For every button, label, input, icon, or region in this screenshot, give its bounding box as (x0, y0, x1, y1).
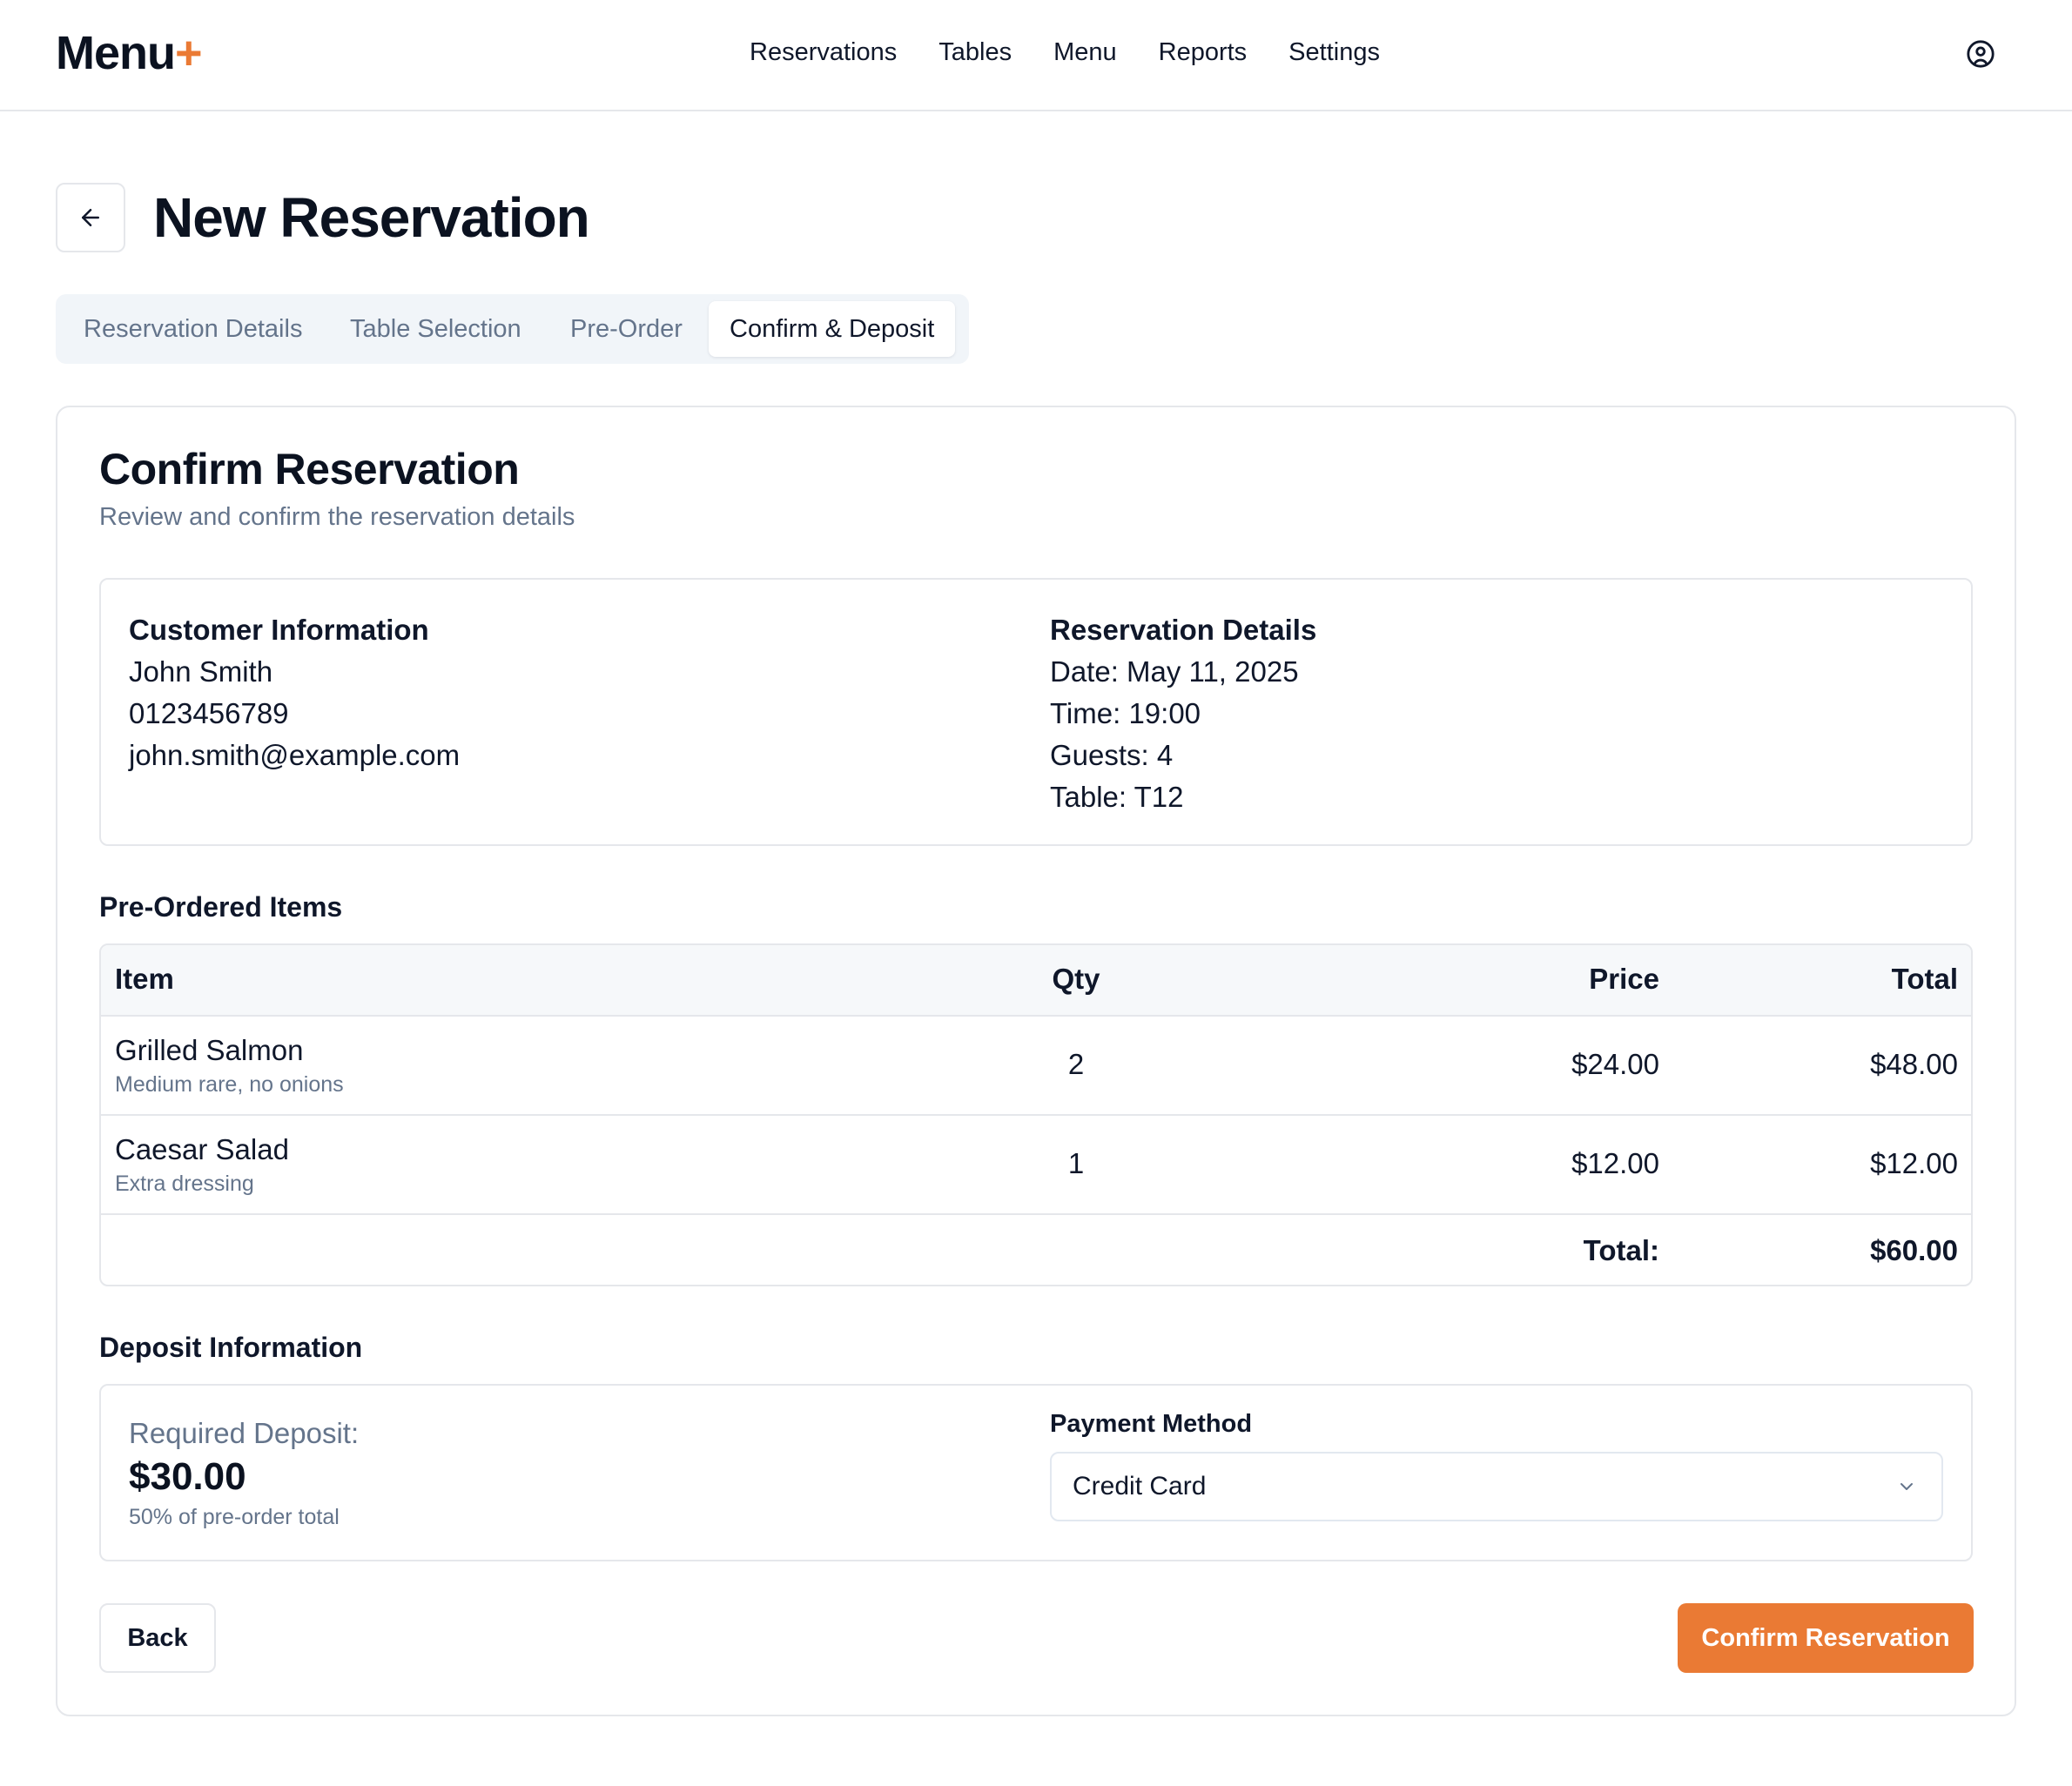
back-arrow-button[interactable] (56, 183, 125, 252)
customer-phone: 0123456789 (129, 697, 289, 729)
reservation-date: Date: May 11, 2025 (1050, 655, 1299, 688)
item-note: Medium rare, no onions (115, 1072, 344, 1097)
brand-logo[interactable]: Menu+ (56, 26, 203, 80)
tab-pre-order[interactable]: Pre-Order (570, 301, 683, 357)
item-note: Extra dressing (115, 1172, 254, 1196)
reservation-steps-tabs: Reservation Details Table Selection Pre-… (56, 294, 969, 364)
pre-ordered-items-heading: Pre-Ordered Items (99, 891, 343, 923)
tab-confirm-deposit[interactable]: Confirm & Deposit (709, 301, 956, 357)
customer-information-heading: Customer Information (129, 614, 429, 646)
reservation-time: Time: 19:00 (1050, 697, 1201, 729)
item-qty: 2 (1067, 1048, 1085, 1080)
tab-reservation-details[interactable]: Reservation Details (84, 301, 302, 357)
column-header-qty: Qty (1052, 963, 1100, 995)
page-title: New Reservation (153, 186, 590, 249)
main-nav: Reservations Tables Menu Reports Setting… (750, 38, 1380, 67)
brand-plus: + (175, 27, 203, 79)
user-account-button[interactable] (1966, 39, 1995, 69)
back-button[interactable]: Back (99, 1603, 216, 1673)
card-subtitle: Review and confirm the reservation detai… (99, 503, 575, 531)
confirm-reservation-button[interactable]: Confirm Reservation (1678, 1603, 1974, 1673)
order-total-label: Total: (1583, 1234, 1659, 1266)
item-total: $48.00 (1870, 1048, 1958, 1080)
item-name: Caesar Salad (115, 1133, 289, 1165)
reservation-details-heading: Reservation Details (1050, 614, 1317, 646)
chevron-down-icon (1900, 1483, 1913, 1490)
required-deposit-amount: $30.00 (129, 1455, 246, 1498)
item-price: $12.00 (1571, 1147, 1659, 1179)
reservation-table: Table: T12 (1050, 781, 1184, 813)
pre-ordered-items-table: Item Qty Price Total Grilled Salmon Medi… (99, 943, 1973, 1286)
item-qty: 1 (1067, 1147, 1085, 1179)
customer-information: Customer Information John Smith 01234567… (129, 609, 460, 776)
table-total-row: Total: $60.00 (101, 1215, 1971, 1285)
deposit-information-heading: Deposit Information (99, 1332, 363, 1363)
nav-item-menu[interactable]: Menu (1053, 38, 1117, 67)
table-row: Grilled Salmon Medium rare, no onions 2 … (101, 1017, 1971, 1116)
table-row: Caesar Salad Extra dressing 1 $12.00 $12… (101, 1116, 1971, 1215)
order-total-value: $60.00 (1870, 1234, 1958, 1266)
required-deposit-label: Required Deposit: (129, 1417, 360, 1449)
table-header: Item Qty Price Total (101, 945, 1971, 1017)
reservation-guests: Guests: 4 (1050, 739, 1174, 771)
nav-item-reports[interactable]: Reports (1159, 38, 1248, 67)
top-navigation-bar: Menu+ Reservations Tables Menu Reports S… (0, 0, 2072, 111)
column-header-price: Price (1589, 963, 1659, 995)
customer-email: john.smith@example.com (129, 739, 461, 771)
item-total: $12.00 (1870, 1147, 1958, 1179)
tab-table-selection[interactable]: Table Selection (350, 301, 521, 357)
payment-method-select[interactable]: Credit Card (1050, 1452, 1943, 1521)
customer-name: John Smith (129, 655, 273, 688)
reservation-details: Reservation Details Date: May 11, 2025 T… (1050, 609, 1316, 818)
nav-item-settings[interactable]: Settings (1288, 38, 1380, 67)
item-name: Grilled Salmon (115, 1034, 304, 1066)
arrow-left-icon (82, 209, 99, 226)
card-title: Confirm Reservation (99, 445, 520, 494)
item-price: $24.00 (1571, 1048, 1659, 1080)
brand-name: Menu (56, 27, 176, 79)
column-header-total: Total (1891, 963, 1958, 995)
required-deposit-note: 50% of pre-order total (129, 1505, 340, 1529)
nav-item-tables[interactable]: Tables (938, 38, 1012, 67)
user-circle-icon (1967, 40, 1995, 68)
payment-method-label: Payment Method (1050, 1410, 1253, 1438)
column-header-item: Item (115, 963, 174, 995)
payment-method-value: Credit Card (1073, 1472, 1207, 1501)
nav-item-reservations[interactable]: Reservations (750, 38, 897, 67)
